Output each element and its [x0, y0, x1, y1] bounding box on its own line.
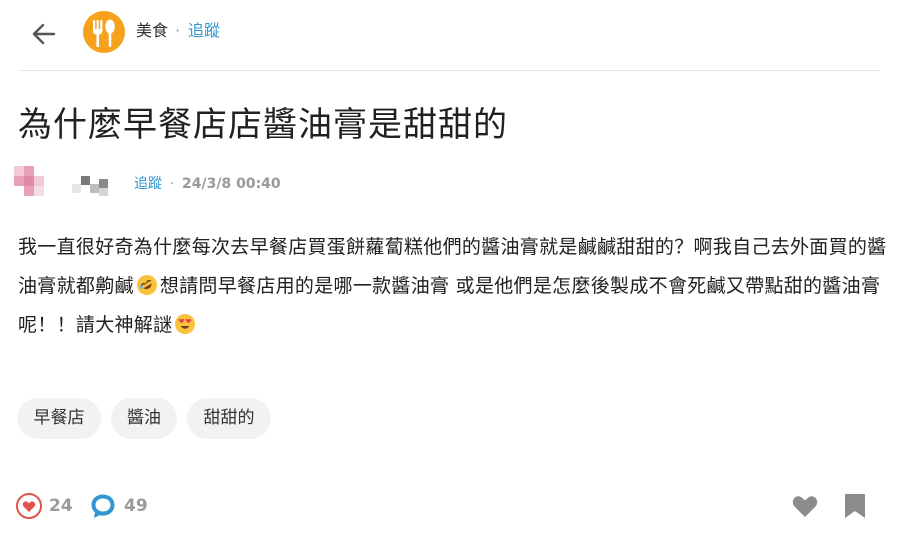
post-body: 我一直很好奇為什麼每次去早餐店買蛋餅蘿蔔糕他們的醬油膏就是鹹鹹甜甜的？啊我自己去…: [18, 228, 888, 345]
board-name[interactable]: 美食: [136, 21, 168, 41]
react-button[interactable]: [790, 491, 820, 521]
bookmark-button[interactable]: [843, 492, 867, 520]
back-button[interactable]: [28, 20, 60, 48]
author-avatar[interactable]: [14, 166, 48, 200]
comment-bubble-icon[interactable]: [89, 492, 117, 520]
comment-count: 49: [124, 496, 148, 516]
author-row: 追蹤 · 24/3/8 00:40: [14, 166, 414, 200]
separator-dot: ·: [175, 21, 181, 40]
author-name[interactable]: [72, 176, 116, 196]
board-follow-link[interactable]: 追蹤: [188, 21, 220, 41]
tag-chip[interactable]: 醬油: [111, 398, 177, 439]
arrow-left-icon: [32, 23, 56, 45]
heart-outline-icon[interactable]: [16, 493, 42, 519]
rolling-on-floor-laughing-emoji: [136, 275, 157, 295]
board-header: 美食 · 追蹤: [18, 8, 880, 71]
like-count: 24: [49, 496, 73, 516]
board-avatar[interactable]: [83, 11, 125, 53]
separator-dot: ·: [170, 176, 175, 192]
fork-spoon-icon: [93, 19, 115, 47]
tag-chip[interactable]: 甜甜的: [187, 398, 271, 439]
heart-icon: [792, 496, 818, 517]
author-follow-link[interactable]: 追蹤: [134, 175, 162, 193]
bookmark-icon: [845, 494, 865, 518]
post-title: 為什麼早餐店店醬油膏是甜甜的: [18, 105, 508, 145]
heart-eyes-emoji: [175, 314, 196, 334]
tag-chip[interactable]: 早餐店: [17, 398, 101, 439]
post-timestamp: 24/3/8 00:40: [182, 176, 281, 192]
